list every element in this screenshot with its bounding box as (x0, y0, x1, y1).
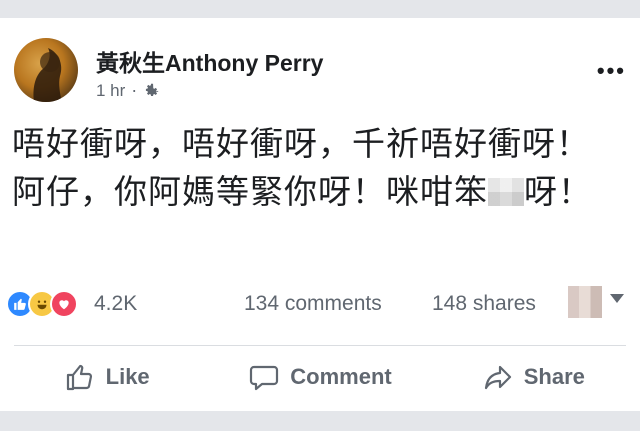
comments-count[interactable]: 134 comments (244, 292, 382, 316)
speech-bubble-icon (250, 365, 279, 391)
share-label: Share (523, 364, 585, 389)
like-button[interactable]: Like (0, 354, 213, 400)
post-meta: 1 hr · (96, 80, 161, 101)
chevron-down-icon[interactable] (610, 294, 624, 303)
censored-blur (488, 178, 524, 206)
love-reaction-icon (50, 290, 78, 318)
post-body: 唔好衝呀，唔好衝呀，千祈唔好衝呀！阿仔，你阿媽等緊你呀！咪咁笨 呀！ (12, 120, 622, 216)
reaction-count[interactable]: 4.2K (94, 292, 137, 316)
avatar[interactable] (14, 38, 78, 102)
post-time[interactable]: 1 hr (96, 81, 125, 101)
comment-label: Comment (290, 364, 392, 389)
gear-icon[interactable] (143, 82, 161, 100)
share-arrow-icon (484, 365, 511, 390)
comment-button[interactable]: Comment (213, 354, 426, 400)
more-options-button[interactable]: ••• (597, 58, 626, 84)
avatar-image (33, 48, 62, 102)
meta-separator: · (131, 80, 138, 100)
like-label: Like (105, 364, 150, 389)
share-button[interactable]: Share (427, 354, 640, 400)
viewer-avatar[interactable] (568, 286, 602, 318)
action-bar: Like Comment Share (0, 354, 640, 400)
post-stats: 4.2K 134 comments 148 shares (6, 284, 634, 322)
author-name[interactable]: 黃秋生Anthony Perry (96, 44, 323, 78)
post-header: 黃秋生Anthony Perry 1 hr · ••• (14, 38, 626, 110)
thumbs-up-icon (66, 364, 92, 391)
post-text-end: 呀！ (524, 172, 592, 211)
divider (14, 345, 626, 346)
reaction-icons[interactable] (6, 290, 78, 318)
shares-count[interactable]: 148 shares (432, 292, 536, 316)
post-card: 黃秋生Anthony Perry 1 hr · ••• 唔好衝呀，唔好衝呀，千祈… (0, 18, 640, 411)
